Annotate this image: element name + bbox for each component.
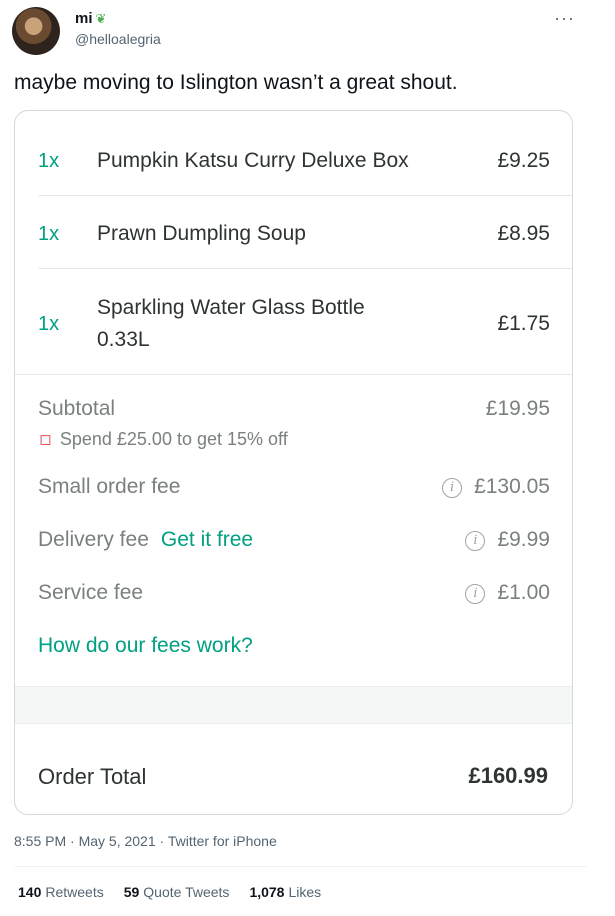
item-name: Sparkling Water Glass Bottle 0.33L (97, 292, 365, 356)
promo-text: Spend £25.00 to get 15% off (59, 429, 288, 449)
likes-count: 1,078 (249, 884, 285, 900)
service-fee-value: £1.00 (497, 581, 550, 604)
item-quantity: 1x (38, 222, 60, 245)
item-quantity: 1x (38, 312, 60, 335)
small-order-fee-label: Small order fee (38, 475, 181, 498)
small-order-fee-value: £130.05 (474, 475, 550, 498)
delivery-fee-label-wrap: Delivery fee Get it free (38, 528, 253, 552)
retweets-stat[interactable]: 140 Retweets (18, 884, 104, 900)
service-fee-label: Service fee (38, 581, 144, 604)
order-item: 1x Prawn Dumpling Soup £8.95 (15, 218, 572, 250)
item-quantity: 1x (38, 149, 60, 172)
service-fee-row: Service fee i £1.00 (15, 581, 572, 611)
item-price: £8.95 (497, 222, 550, 245)
order-total-label: Order Total (38, 764, 147, 789)
info-icon[interactable]: i (442, 478, 463, 498)
order-item: 1x Pumpkin Katsu Curry Deluxe Box £9.25 (15, 145, 572, 177)
fees-info-link[interactable]: How do our fees work? (38, 634, 253, 658)
handle[interactable]: @helloalegria (75, 31, 161, 47)
subtotal-row: Subtotal £19.95 (15, 397, 572, 427)
quotes-label: Quote Tweets (143, 884, 230, 900)
get-it-free-link[interactable]: Get it free (161, 528, 253, 551)
likes-label: Likes (288, 884, 322, 900)
display-name[interactable]: mi (75, 10, 93, 27)
service-fee-value-wrap: i £1.00 (465, 581, 550, 605)
section-separator (15, 686, 572, 724)
tweet-stats: 140 Retweets 59 Quote Tweets 1,078 Likes (18, 884, 321, 900)
quotes-count: 59 (123, 884, 140, 900)
tweet: mi ❦ @helloalegria ··· maybe moving to I… (0, 0, 615, 916)
likes-stat[interactable]: 1,078 Likes (249, 884, 321, 900)
tag-icon: ◇ (32, 427, 57, 452)
divider (14, 866, 587, 867)
small-order-fee-value-wrap: i £130.05 (442, 475, 550, 499)
subtotal-value: £19.95 (485, 397, 550, 420)
retweets-label: Retweets (45, 884, 104, 900)
item-price: £1.75 (497, 312, 550, 335)
item-price: £9.25 (497, 149, 550, 172)
quote-tweets-stat[interactable]: 59 Quote Tweets (124, 884, 230, 900)
item-name: Pumpkin Katsu Curry Deluxe Box (97, 149, 409, 172)
fees-link-row: How do our fees work? (15, 634, 572, 664)
avatar[interactable] (12, 7, 60, 55)
herb-icon: ❦ (95, 11, 107, 26)
divider (38, 195, 572, 196)
delivery-fee-value-wrap: i £9.99 (465, 528, 550, 552)
order-item: 1x Sparkling Water Glass Bottle 0.33L £1… (15, 291, 572, 357)
receipt-image[interactable]: 1x Pumpkin Katsu Curry Deluxe Box £9.25 … (14, 110, 573, 815)
delivery-fee-label: Delivery fee (38, 528, 149, 551)
item-name-line-2: 0.33L (97, 328, 150, 351)
item-name: Prawn Dumpling Soup (97, 222, 306, 245)
author-name-row: mi ❦ (75, 10, 106, 27)
info-icon[interactable]: i (465, 531, 486, 551)
more-options-icon[interactable]: ··· (554, 8, 575, 29)
small-order-fee-row: Small order fee i £130.05 (15, 475, 572, 505)
promo-message: ◇ Spend £25.00 to get 15% off (33, 427, 288, 451)
delivery-fee-row: Delivery fee Get it free i £9.99 (15, 528, 572, 558)
divider (38, 268, 572, 269)
divider (15, 374, 572, 375)
tweet-text: maybe moving to Islington wasn’t a great… (14, 71, 458, 94)
item-name-line-1: Sparkling Water Glass Bottle (97, 296, 365, 319)
info-icon[interactable]: i (465, 584, 486, 604)
tweet-timestamp[interactable]: 8:55 PM · May 5, 2021 · Twitter for iPho… (14, 833, 277, 849)
delivery-fee-value: £9.99 (497, 528, 550, 551)
retweets-count: 140 (18, 884, 42, 900)
subtotal-label: Subtotal (38, 397, 116, 420)
order-total-value: £160.99 (468, 763, 548, 788)
